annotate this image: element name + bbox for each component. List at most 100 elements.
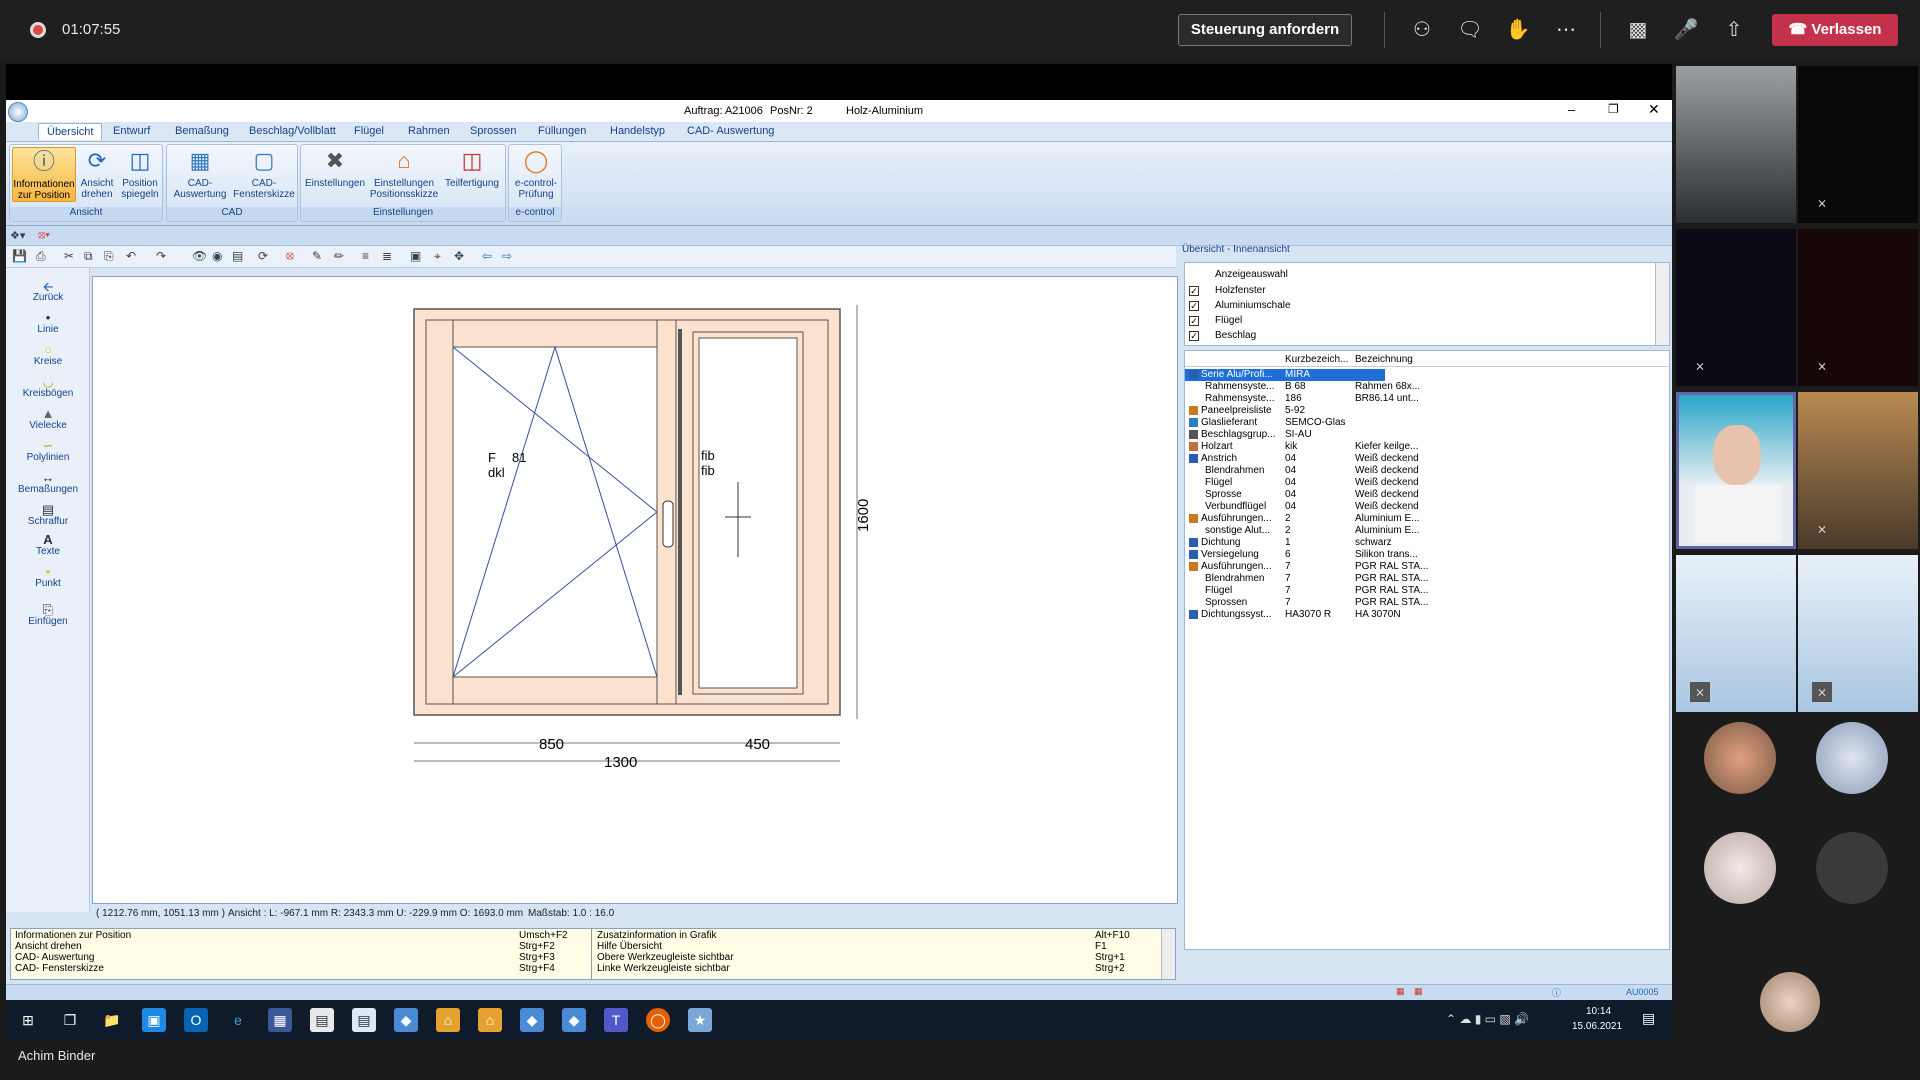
table-row[interactable]: Glaslieferant SEMCO-Glas [1185, 417, 1385, 429]
tab-cad-auswertung[interactable]: CAD- Auswertung [687, 125, 774, 137]
display-item[interactable]: ✓ Beschlag [1185, 330, 1655, 342]
tool-schraffur[interactable]: ▤ Schraffur [12, 502, 84, 527]
windows-start-icon[interactable]: ⊞ [16, 1008, 40, 1032]
table-row[interactable]: Serie Alu/Profi... MIRA [1185, 369, 1385, 381]
outlook-icon[interactable]: O [184, 1008, 208, 1032]
app-icon-3[interactable]: ▤ [352, 1008, 376, 1032]
tab-fluegel[interactable]: Flügel [354, 125, 384, 137]
table-row[interactable]: Rahmensyste... B 68 Rahmen 68x... [1185, 381, 1420, 393]
cad-fensterskizze-button[interactable]: ▢ CAD-Fensterskizze [233, 147, 295, 200]
request-control-button[interactable]: Steuerung anfordern [1178, 14, 1352, 46]
checkbox-checked[interactable]: ✓ [1189, 331, 1199, 341]
copy-icon[interactable]: ⧉ [84, 249, 93, 264]
table-row[interactable]: Beschlagsgrup... SI-AU [1185, 429, 1385, 441]
app-icon-6[interactable]: ⌂ [478, 1008, 502, 1032]
shortcut-item[interactable]: Linke Werkzeugleiste sichtbar Strg+2 [597, 963, 1125, 974]
tab-uebersicht[interactable]: Übersicht [38, 123, 103, 140]
display-item[interactable]: ✓ Aluminiumschale [1185, 300, 1655, 312]
app-icon-4[interactable]: ◆ [394, 1008, 418, 1032]
tab-rahmen[interactable]: Rahmen [408, 125, 450, 137]
checkbox-checked[interactable]: ✓ [1189, 316, 1199, 326]
pan-icon[interactable]: ✥ [454, 249, 464, 263]
mic-off-icon[interactable]: 🎤 [1672, 16, 1700, 44]
checkbox-checked[interactable]: ✓ [1189, 286, 1199, 296]
paint-icon[interactable]: ✎ [312, 249, 322, 263]
chat-icon[interactable]: 🗨 [1456, 16, 1484, 44]
table-row[interactable]: Verbundflügel 04 Weiß deckend [1185, 501, 1419, 513]
table-row[interactable]: Rahmensyste... 186 BR86.14 unt... [1185, 393, 1419, 405]
notification-icon[interactable]: ▤ [1642, 1010, 1655, 1027]
shortcut-item[interactable]: Obere Werkzeugleiste sichtbar Strg+1 [597, 952, 1125, 963]
page-icon[interactable]: ▤ [232, 249, 243, 263]
close-icon[interactable]: ✕ [1648, 101, 1660, 118]
participant-tile[interactable]: ⨯ [1798, 555, 1918, 712]
tool-punkt[interactable]: • Punkt [12, 564, 84, 589]
minimize-icon[interactable]: – [1568, 102, 1575, 117]
reactions-icon[interactable]: ✋ [1504, 16, 1532, 44]
tool-kreise[interactable]: ○ Kreise [12, 342, 84, 367]
cad-auswertung-button[interactable]: ▦ CAD-Auswertung [169, 147, 231, 200]
zoom-fit-icon[interactable]: ▣ [410, 249, 421, 263]
table-row[interactable]: Holzart kik Kiefer keilge... [1185, 441, 1418, 453]
shortcut-scrollbar[interactable] [1161, 929, 1175, 979]
share-screen-icon[interactable]: ⇧ [1720, 16, 1748, 44]
table-row[interactable]: Blendrahmen 7 PGR RAL STA... [1185, 573, 1428, 585]
undo-icon[interactable]: ↶ [126, 249, 136, 263]
cut-icon[interactable]: ✂ [64, 249, 74, 263]
tool-bemassungen[interactable]: ↔ Bemaßungen [12, 470, 84, 495]
display-item[interactable]: ✓ Flügel [1185, 315, 1655, 327]
more-options-icon[interactable]: ⋯ [1552, 16, 1580, 44]
participant-avatar[interactable] [1704, 722, 1776, 794]
tool-kreisboegen[interactable]: ◡ Kreisbögen [12, 374, 84, 399]
display-selection-scrollbar[interactable] [1655, 263, 1669, 345]
table-row[interactable]: Dichtungssyst... HA3070 R HA 3070N [1185, 609, 1401, 621]
firefox-icon[interactable]: ◯ [646, 1008, 670, 1032]
table-row[interactable]: Paneelpreisliste 5-92 [1185, 405, 1385, 417]
app-icon-2[interactable]: ▤ [310, 1008, 334, 1032]
tool-vielecke[interactable]: ▲ Vielecke [12, 406, 84, 431]
redo-icon[interactable]: ↷ [156, 249, 166, 263]
table-row[interactable]: Dichtung 1 schwarz [1185, 537, 1392, 549]
participant-avatar[interactable] [1816, 832, 1888, 904]
teams-icon[interactable]: T [604, 1008, 628, 1032]
arrow-right-icon[interactable]: ⇨ [502, 249, 512, 263]
paste-icon[interactable]: ⎘ [104, 249, 114, 264]
layers-icon[interactable]: ◉ [212, 249, 222, 263]
tab-sprossen[interactable]: Sprossen [470, 125, 516, 137]
tab-bemassung[interactable]: Bemaßung [175, 125, 229, 137]
app-icon-1[interactable]: ▦ [268, 1008, 292, 1032]
stop-icon[interactable]: ⦻ [286, 248, 294, 263]
table-row[interactable]: Flügel 04 Weiß deckend [1185, 477, 1419, 489]
edit-icon[interactable]: ✏ [334, 249, 344, 263]
help-icon[interactable]: ⓘ [1552, 986, 1561, 999]
app-icon-7[interactable]: ◆ [520, 1008, 544, 1032]
leave-button[interactable]: ☎ Verlassen [1772, 14, 1898, 46]
app-icon-5[interactable]: ⌂ [436, 1008, 460, 1032]
shortcut-item[interactable]: CAD- Fensterskizze Strg+F4 [15, 963, 555, 974]
participant-tile[interactable]: ⨯ [1798, 229, 1918, 386]
arrow-left-icon[interactable]: ⇦ [482, 249, 492, 263]
teilfertigung-button[interactable]: ◫ Teilfertigung [441, 147, 503, 189]
table-row[interactable]: Blendrahmen 04 Weiß deckend [1185, 465, 1419, 477]
quick-access-close-icon[interactable]: ⦻▾ [38, 229, 50, 242]
restore-icon[interactable]: ❐ [1608, 102, 1619, 116]
print-icon[interactable]: ⎙ [36, 249, 46, 264]
table-row[interactable]: Ausführungen... 2 Aluminium E... [1185, 513, 1419, 525]
table-row[interactable]: Anstrich 04 Weiß deckend [1185, 453, 1419, 465]
econtrol-check-button[interactable]: ◯ e-control-Prüfung [511, 147, 561, 200]
settings-button[interactable]: ✖ Einstellungen [303, 147, 367, 189]
tray-icons[interactable]: ⌃ ☁ ▮ ▭ ▧ 🔊 [1446, 1012, 1529, 1026]
table-row[interactable]: Sprosse 04 Weiß deckend [1185, 489, 1419, 501]
view-icon[interactable]: 👁 [192, 249, 207, 263]
participant-tile[interactable] [1676, 66, 1796, 223]
participant-tile[interactable]: ⨯ [1798, 392, 1918, 549]
shortcut-item[interactable]: Informationen zur Position Umsch+F2 [15, 930, 568, 941]
participant-tile[interactable]: ⨯ [1676, 229, 1796, 386]
drawing-canvas[interactable]: F 81 dkl fib fib 1600 850 450 1300 [92, 276, 1178, 904]
file-explorer-icon[interactable]: 📁 [100, 1008, 124, 1032]
participant-avatar[interactable] [1816, 722, 1888, 794]
app-icon-8[interactable]: ◆ [562, 1008, 586, 1032]
display-item[interactable]: ✓ Holzfenster [1185, 285, 1655, 297]
quick-access-pin-icon[interactable]: ❖▾ [10, 229, 25, 242]
table-row[interactable]: sonstige Alut... 2 Aluminium E... [1185, 525, 1419, 537]
